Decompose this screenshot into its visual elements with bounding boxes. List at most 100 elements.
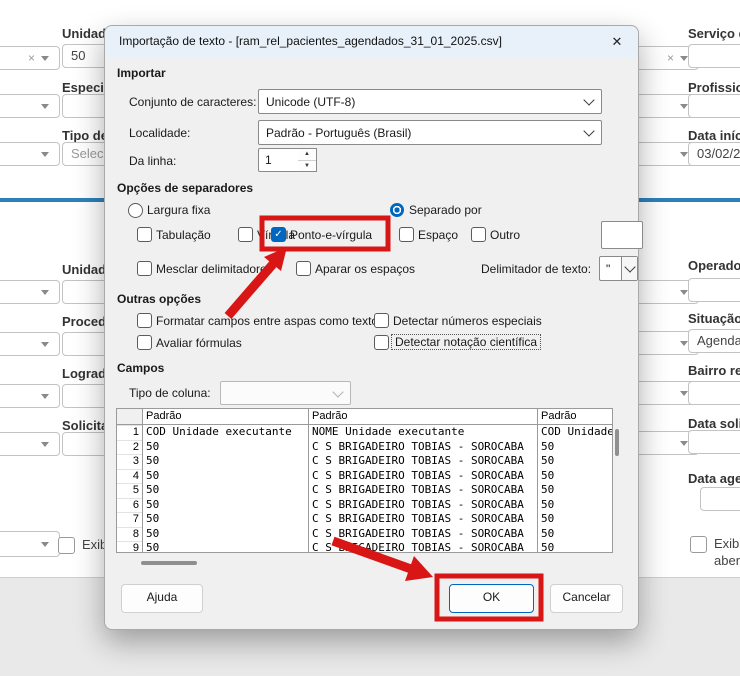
unit-label: Unidad bbox=[62, 26, 106, 41]
help-button[interactable]: Ajuda bbox=[121, 584, 203, 613]
table-row: 950C S BRIGADEIRO TOBIAS - SOROCABA50 bbox=[117, 541, 612, 553]
locale-combobox[interactable]: Padrão - Português (Brasil) bbox=[258, 120, 602, 145]
show-open-checkbox[interactable] bbox=[690, 536, 707, 553]
quoted-as-text-checkbox[interactable] bbox=[137, 313, 152, 328]
other-label: Outro bbox=[490, 228, 520, 242]
from-row-input[interactable]: 1 bbox=[258, 148, 300, 172]
tab-label: Tabulação bbox=[156, 228, 211, 242]
table-row: 1COD Unidade executanteNOME Unidade exec… bbox=[117, 425, 612, 440]
service-input[interactable] bbox=[688, 44, 740, 68]
other-separator-input[interactable] bbox=[601, 221, 643, 249]
caret-down-icon bbox=[680, 152, 688, 157]
filter-combobox[interactable]: × bbox=[0, 46, 60, 70]
evaluate-formulas-checkbox[interactable] bbox=[137, 335, 152, 350]
scientific-notation-checkbox[interactable] bbox=[374, 335, 389, 350]
caret-down-icon bbox=[680, 441, 688, 446]
caret-down-icon bbox=[680, 56, 688, 61]
caret-down-icon bbox=[41, 542, 49, 547]
start-date-label: Data iníc bbox=[688, 128, 740, 143]
separated-by-radio[interactable] bbox=[390, 203, 404, 217]
schedule-date-input[interactable] bbox=[700, 487, 740, 511]
chevron-down-icon bbox=[583, 125, 594, 136]
unit2-label: Unidad bbox=[62, 262, 106, 277]
locale-value: Padrão - Português (Brasil) bbox=[266, 126, 411, 140]
special-numbers-label: Detectar números especiais bbox=[393, 314, 542, 328]
preview-table[interactable]: Padrão Padrão Padrão 1COD Unidade execut… bbox=[116, 408, 613, 553]
caret-down-icon bbox=[680, 341, 688, 346]
close-icon[interactable]: ✕ bbox=[608, 33, 626, 51]
other-checkbox[interactable] bbox=[471, 227, 486, 242]
filter-combobox[interactable] bbox=[0, 332, 60, 356]
filter-combobox[interactable] bbox=[0, 384, 60, 408]
caret-down-icon bbox=[41, 290, 49, 295]
caret-down-icon bbox=[680, 104, 688, 109]
ok-button[interactable]: OK bbox=[449, 584, 534, 613]
column-header[interactable]: Padrão bbox=[143, 409, 309, 424]
vertical-scrollbar-thumb[interactable] bbox=[615, 429, 619, 456]
table-row: 750C S BRIGADEIRO TOBIAS - SOROCABA50 bbox=[117, 512, 612, 527]
comma-checkbox[interactable] bbox=[238, 227, 253, 242]
spin-down-icon[interactable]: ▼ bbox=[298, 161, 316, 172]
chevron-down-icon bbox=[332, 386, 343, 397]
column-type-combobox bbox=[220, 381, 351, 405]
filter-combobox[interactable] bbox=[0, 531, 60, 557]
table-row: 850C S BRIGADEIRO TOBIAS - SOROCABA50 bbox=[117, 527, 612, 542]
horizontal-scrollbar-thumb[interactable] bbox=[141, 561, 197, 565]
caret-down-icon bbox=[41, 56, 49, 61]
clear-icon[interactable]: × bbox=[667, 53, 674, 63]
clear-icon[interactable]: × bbox=[28, 53, 35, 63]
merge-delimiters-label: Mesclar delimitadores bbox=[156, 262, 273, 276]
street-label: Lograd bbox=[62, 366, 106, 381]
caret-down-icon bbox=[680, 391, 688, 396]
from-row-label: Da linha: bbox=[129, 154, 176, 168]
request-date-input[interactable] bbox=[688, 430, 740, 454]
import-heading: Importar bbox=[117, 66, 166, 80]
trim-spaces-checkbox[interactable] bbox=[296, 261, 311, 276]
space-checkbox[interactable] bbox=[399, 227, 414, 242]
start-date-input[interactable]: 03/02/20 bbox=[688, 142, 740, 166]
locale-label: Localidade: bbox=[129, 126, 190, 140]
operator-label: Operado bbox=[688, 258, 740, 273]
special-numbers-checkbox[interactable] bbox=[374, 313, 389, 328]
request-date-label: Data soli bbox=[688, 416, 740, 431]
text-delimiter-combobox[interactable]: " bbox=[599, 256, 638, 281]
tab-checkbox[interactable] bbox=[137, 227, 152, 242]
filter-combobox[interactable] bbox=[0, 432, 60, 456]
spin-up-icon[interactable]: ▲ bbox=[298, 149, 316, 161]
charset-combobox[interactable]: Unicode (UTF-8) bbox=[258, 89, 602, 114]
chevron-down-icon bbox=[624, 261, 635, 272]
professional-input[interactable] bbox=[688, 94, 740, 118]
from-row-spinner[interactable]: ▲ ▼ bbox=[298, 148, 317, 172]
requester-label: Solicita bbox=[62, 418, 108, 433]
text-delimiter-value: " bbox=[600, 262, 610, 276]
space-label: Espaço bbox=[418, 228, 458, 242]
district-label: Bairro re bbox=[688, 363, 740, 378]
filter-combobox[interactable] bbox=[0, 94, 60, 118]
fixed-width-label: Largura fixa bbox=[147, 203, 210, 217]
filter-combobox[interactable] bbox=[0, 280, 60, 304]
charset-label: Conjunto de caracteres: bbox=[129, 95, 256, 109]
cancel-button[interactable]: Cancelar bbox=[550, 584, 623, 613]
type-label: Tipo de bbox=[62, 128, 108, 143]
show-open-label-line1: Exibi bbox=[714, 536, 740, 551]
screen: × Unidad 50 Especia Tipo de Seleci Unida… bbox=[0, 0, 740, 676]
text-import-dialog: Importação de texto - [ram_rel_pacientes… bbox=[104, 25, 639, 630]
operator-input[interactable] bbox=[688, 278, 740, 302]
column-header[interactable]: Padrão bbox=[538, 409, 612, 424]
dialog-titlebar[interactable]: Importação de texto - [ram_rel_pacientes… bbox=[105, 26, 638, 57]
trim-spaces-label: Aparar os espaços bbox=[315, 262, 415, 276]
status-input[interactable]: Agenda bbox=[688, 329, 740, 353]
column-header[interactable]: Padrão bbox=[309, 409, 538, 424]
district-input[interactable] bbox=[688, 381, 740, 405]
preview-header-row: Padrão Padrão Padrão bbox=[117, 409, 612, 425]
fixed-width-radio[interactable] bbox=[128, 203, 143, 218]
table-row: 550C S BRIGADEIRO TOBIAS - SOROCABA50 bbox=[117, 483, 612, 498]
status-label: Situação bbox=[688, 311, 740, 326]
show-checkbox[interactable] bbox=[58, 537, 75, 554]
merge-delimiters-checkbox[interactable] bbox=[137, 261, 152, 276]
text-delimiter-label: Delimitador de texto: bbox=[481, 262, 591, 276]
evaluate-formulas-label: Avaliar fórmulas bbox=[156, 336, 242, 350]
text-delimiter-dropdown[interactable] bbox=[621, 257, 637, 280]
semicolon-checkbox[interactable]: ✓ bbox=[271, 227, 286, 242]
filter-combobox[interactable] bbox=[0, 142, 60, 166]
